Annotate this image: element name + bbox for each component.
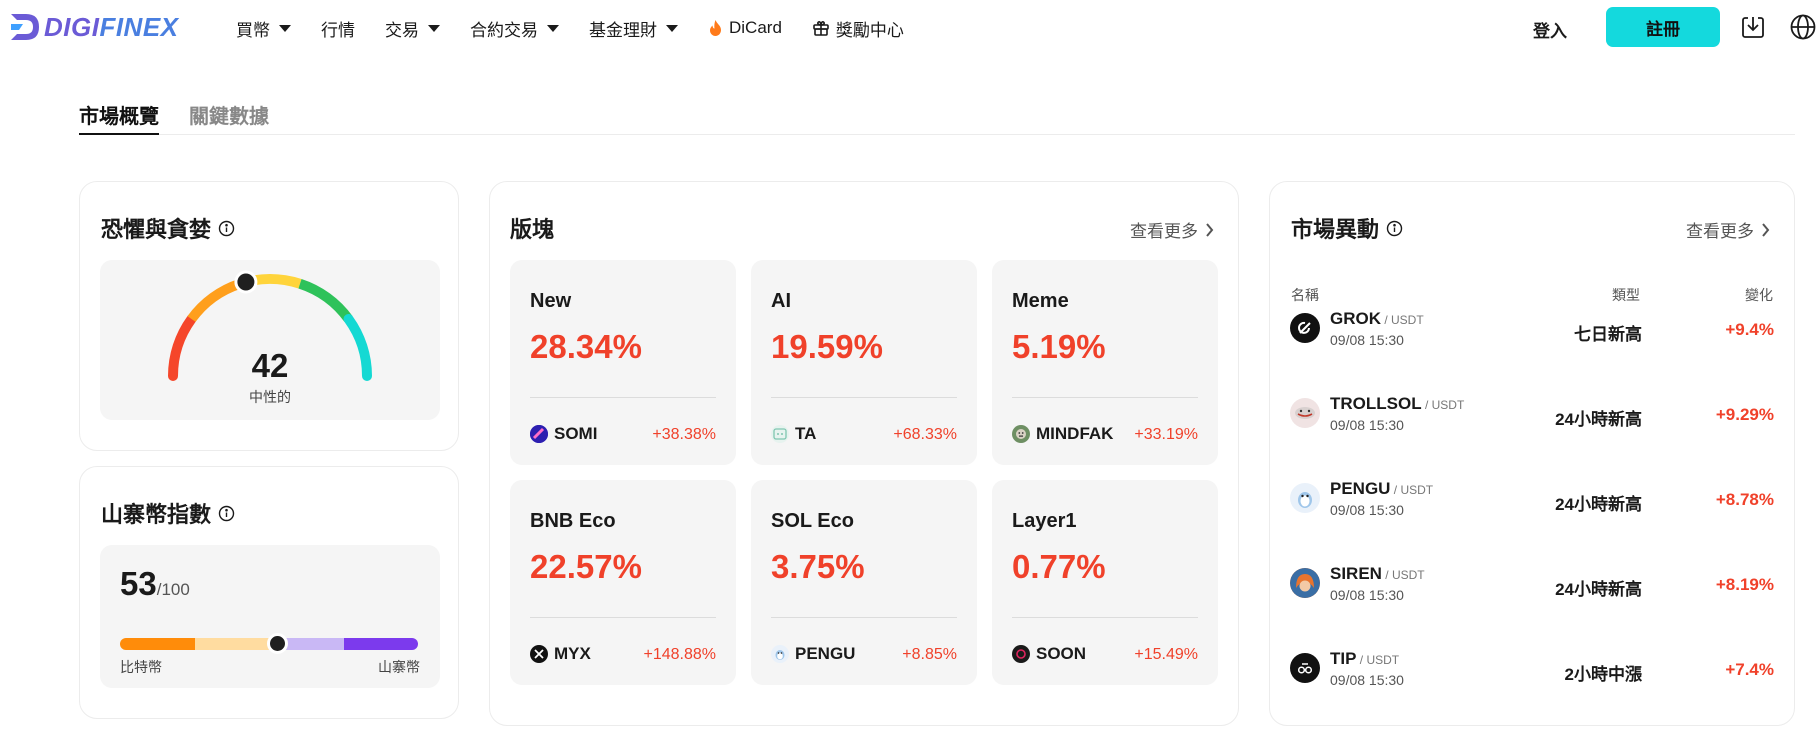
soon-coin-icon xyxy=(1012,645,1030,663)
ta-coin-icon xyxy=(771,425,789,443)
info-icon[interactable] xyxy=(218,505,235,522)
altcoin-index-title: 山寨幣指數 xyxy=(101,497,235,529)
digifinex-logo-icon xyxy=(11,14,39,40)
caret-down-icon xyxy=(279,24,291,32)
nav-item-futures[interactable]: 合約交易 xyxy=(470,16,559,41)
table-row[interactable]: TROLLSOL / USDT 09/08 15:30 24小時新高 +9.29… xyxy=(1290,389,1774,439)
download-app-button[interactable] xyxy=(1738,12,1768,42)
column-header-change: 變化 xyxy=(1745,287,1773,303)
fear-greed-value: 42 xyxy=(251,347,289,384)
pengu-coin-icon xyxy=(1290,483,1320,513)
gift-icon xyxy=(812,19,830,37)
top-coin: SOMI xyxy=(530,424,597,444)
top-coin: PENGU xyxy=(771,644,855,664)
market-movers-card: 市場異動 查看更多 名稱 類型 變化 GROK / USDT 09/08 15:… xyxy=(1269,181,1795,726)
gauge-segment xyxy=(187,278,242,323)
caret-down-icon xyxy=(547,24,559,32)
nav-item-markets[interactable]: 行情 xyxy=(321,16,355,41)
column-header-name: 名稱 xyxy=(1291,287,1319,303)
language-button[interactable] xyxy=(1788,12,1818,42)
gauge-marker xyxy=(234,270,258,294)
fear-greed-title: 恐懼與貪婪 xyxy=(101,212,235,244)
chevron-right-icon xyxy=(1762,222,1770,237)
tab-key-data[interactable]: 關鍵數據 xyxy=(189,100,269,135)
bitcoin-label: 比特幣 xyxy=(120,659,162,675)
logo-text: DIGIFINEX xyxy=(44,11,179,42)
fear-greed-label: 中性的 xyxy=(249,389,291,405)
nav-item-dicard[interactable]: DiCard xyxy=(708,18,782,38)
nav-item-buy-crypto[interactable]: 買幣 xyxy=(236,16,291,41)
logo[interactable]: DIGIFINEX xyxy=(8,11,179,43)
market-movers-view-more-link[interactable]: 查看更多 xyxy=(1686,217,1770,242)
fear-greed-gauge: 42 中性的 xyxy=(100,260,440,420)
table-row[interactable]: SIREN / USDT 09/08 15:30 24小時新高 +8.19% xyxy=(1290,559,1774,609)
top-nav: DIGIFINEX 買幣 行情 交易 合約交易 基金理財 DiCard 獎勵中心… xyxy=(0,0,1820,56)
nav-menu: 買幣 行情 交易 合約交易 基金理財 DiCard 獎勵中心 xyxy=(236,0,934,56)
nav-item-earn[interactable]: 基金理財 xyxy=(589,16,678,41)
top-coin: SOON xyxy=(1012,644,1086,664)
sector-tile-bnb-eco[interactable]: BNB Eco 22.57% MYX +148.88% xyxy=(510,480,736,685)
login-button[interactable]: 登入 xyxy=(1533,17,1567,42)
trollsol-coin-icon xyxy=(1290,398,1320,428)
download-icon xyxy=(1742,17,1764,38)
sector-tile-new[interactable]: New 28.34% SOMI +38.38% xyxy=(510,260,736,465)
caret-down-icon xyxy=(666,24,678,32)
market-tabs: 市場概覽 關鍵數據 xyxy=(79,100,1795,135)
top-coin: MYX xyxy=(530,644,591,664)
market-movers-title: 市場異動 xyxy=(1291,212,1403,244)
tip-coin-icon xyxy=(1290,653,1320,683)
fire-icon xyxy=(708,19,723,37)
somi-coin-icon xyxy=(530,425,548,443)
grok-coin-icon xyxy=(1290,313,1320,343)
nav-item-trade[interactable]: 交易 xyxy=(385,16,440,41)
altcoin-index-marker xyxy=(267,633,289,654)
myx-coin-icon xyxy=(530,645,548,663)
siren-coin-icon xyxy=(1290,568,1320,598)
altcoin-index-card: 山寨幣指數 53/100 比特幣 山寨幣 xyxy=(79,466,459,719)
top-coin: TA xyxy=(771,424,816,444)
chevron-right-icon xyxy=(1206,222,1214,237)
fear-greed-card: 恐懼與貪婪 42 中性的 xyxy=(79,181,459,451)
sectors-title: 版塊 xyxy=(510,217,555,242)
column-header-type: 類型 xyxy=(1612,287,1640,303)
tab-market-overview[interactable]: 市場概覽 xyxy=(79,100,159,135)
caret-down-icon xyxy=(428,24,440,32)
sector-tile-sol-eco[interactable]: SOL Eco 3.75% PENGU +8.85% xyxy=(751,480,977,685)
info-icon[interactable] xyxy=(1386,220,1403,237)
table-row[interactable]: GROK / USDT 09/08 15:30 七日新高 +9.4% xyxy=(1290,304,1774,354)
nav-item-rewards-center[interactable]: 獎勵中心 xyxy=(812,16,904,41)
gauge-segment xyxy=(298,278,353,323)
sectors-view-more-link[interactable]: 查看更多 xyxy=(1130,217,1214,242)
altcoin-index-panel: 53/100 比特幣 山寨幣 xyxy=(100,545,440,688)
altcoin-label: 山寨幣 xyxy=(378,659,420,675)
pengu-coin-icon xyxy=(771,645,789,663)
sector-tile-meme[interactable]: Meme 5.19% MINDFAK +33.19% xyxy=(992,260,1218,465)
table-row[interactable]: TIP / USDT 09/08 15:30 2小時中漲 +7.4% xyxy=(1290,644,1774,694)
register-button[interactable]: 註冊 xyxy=(1606,7,1720,47)
sector-tile-layer1[interactable]: Layer1 0.77% SOON +15.49% xyxy=(992,480,1218,685)
top-coin: MINDFAK xyxy=(1012,424,1113,444)
sectors-card: 版塊 查看更多 New 28.34% SOMI +38.38% AI 19.59… xyxy=(489,181,1239,726)
sector-tile-ai[interactable]: AI 19.59% TA +68.33% xyxy=(751,260,977,465)
info-icon[interactable] xyxy=(218,220,235,237)
table-row[interactable]: PENGU / USDT 09/08 15:30 24小時新高 +8.78% xyxy=(1290,474,1774,524)
globe-icon xyxy=(1790,14,1816,40)
mindfak-coin-icon xyxy=(1012,425,1030,443)
altcoin-index-value: 53/100 xyxy=(120,565,190,602)
